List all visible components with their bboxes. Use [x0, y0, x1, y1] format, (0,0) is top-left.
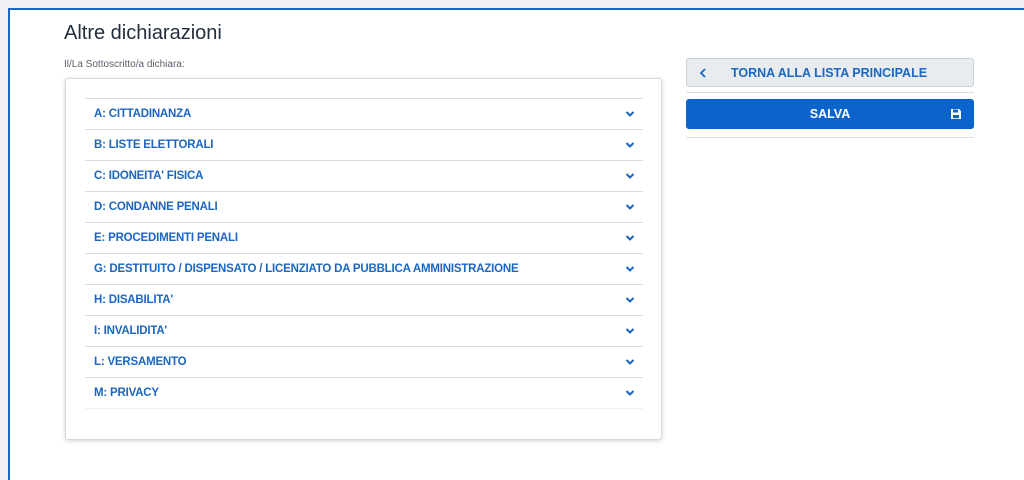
accordion-item-label: H: DISABILITA' [94, 294, 173, 306]
declarations-accordion: A: CITTADINANZA B: LISTE ELETTORALI C: IDO… [85, 98, 643, 409]
chevron-down-icon[interactable] [625, 234, 635, 242]
accordion-item[interactable]: L: VERSAMENTO [85, 347, 643, 378]
chevron-down-icon[interactable] [625, 296, 635, 304]
accordion-item-label: B: LISTE ELETTORALI [94, 139, 214, 151]
main-panel: Altre dichiarazioni Il/La Sottoscritto/a… [8, 8, 1024, 480]
accordion-item-label: M: PRIVACY [94, 387, 159, 399]
chevron-down-icon[interactable] [625, 203, 635, 211]
chevron-down-icon[interactable] [625, 265, 635, 273]
chevron-down-icon[interactable] [625, 141, 635, 149]
declarations-card: A: CITTADINANZA B: LISTE ELETTORALI C: IDO… [65, 78, 662, 440]
accordion-item-label: D: CONDANNE PENALI [94, 201, 218, 213]
save-button-label: SALVA [809, 107, 851, 121]
accordion-item-label: L: VERSAMENTO [94, 356, 187, 368]
chevron-down-icon[interactable] [625, 358, 635, 366]
accordion-item[interactable]: C: IDONEITA' FISICA [85, 161, 643, 192]
accordion-item-label: I: INVALIDITA' [94, 325, 167, 337]
accordion-item[interactable]: E: PROCEDIMENTI PENALI [85, 223, 643, 254]
accordion-item[interactable]: G: DESTITUITO / DISPENSATO / LICENZIATO … [85, 254, 643, 285]
accordion-item[interactable]: H: DISABILITA' [85, 285, 643, 316]
accordion-item-label: A: CITTADINANZA [94, 108, 192, 120]
chevron-down-icon[interactable] [625, 389, 635, 397]
actions-panel: TORNA ALLA LISTA PRINCIPALE SALVA [686, 58, 974, 138]
accordion-item-label: G: DESTITUITO / DISPENSATO / LICENZIATO … [94, 263, 519, 275]
accordion-item[interactable]: M: PRIVACY [85, 378, 643, 409]
accordion-item-label: C: IDONEITA' FISICA [94, 170, 204, 182]
chevron-down-icon[interactable] [625, 172, 635, 180]
page-subtitle: Il/La Sottoscritto/a dichiara: [64, 59, 185, 70]
accordion-item[interactable]: B: LISTE ELETTORALI [85, 130, 643, 161]
accordion-item[interactable]: A: CITTADINANZA [85, 99, 643, 130]
divider [686, 92, 974, 93]
accordion-item[interactable]: I: INVALIDITA' [85, 316, 643, 347]
save-button[interactable]: SALVA [686, 99, 974, 129]
back-to-main-list-button[interactable]: TORNA ALLA LISTA PRINCIPALE [686, 58, 974, 87]
divider [686, 137, 974, 138]
chevron-down-icon[interactable] [625, 327, 635, 335]
back-button-label: TORNA ALLA LISTA PRINCIPALE [731, 65, 928, 80]
accordion-item-label: E: PROCEDIMENTI PENALI [94, 232, 238, 244]
chevron-down-icon[interactable] [625, 110, 635, 118]
floppy-disk-icon [951, 109, 961, 119]
page-title: Altre dichiarazioni [64, 22, 222, 44]
accordion-item[interactable]: D: CONDANNE PENALI [85, 192, 643, 223]
chevron-left-icon [699, 67, 706, 78]
